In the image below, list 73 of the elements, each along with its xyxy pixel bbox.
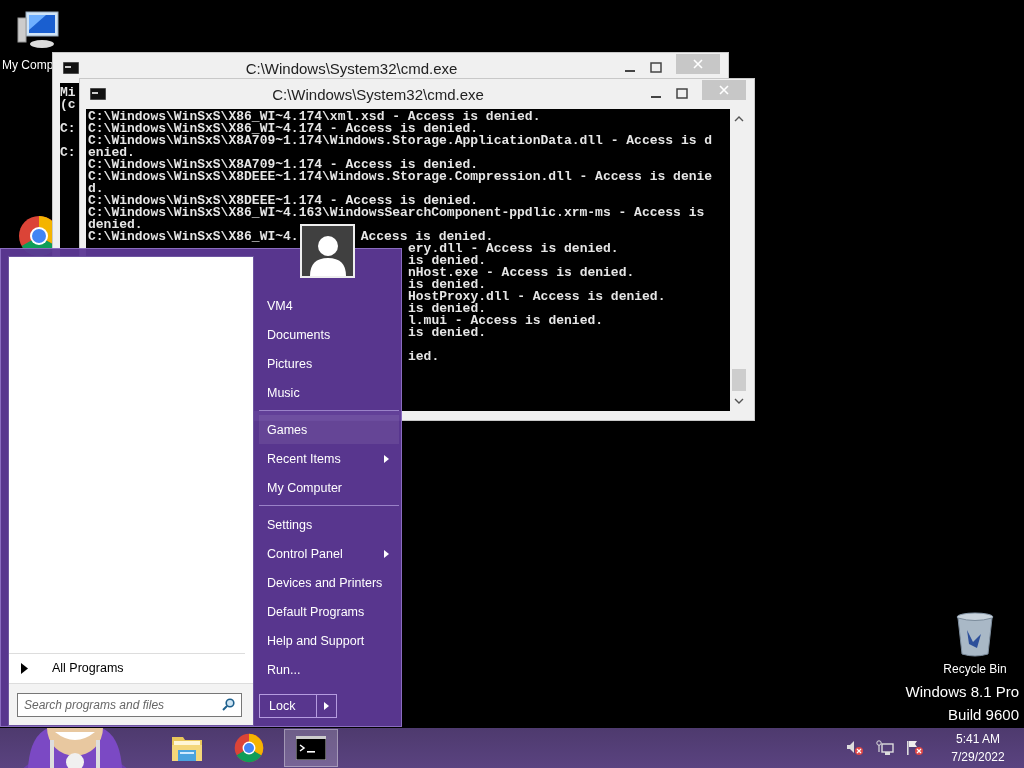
console-line: C:\Windows\WinSxS\X8A709~1.174 - Access is denied.: [88, 159, 479, 171]
clock[interactable]: 5:41 AM 7/29/2022: [940, 732, 1016, 764]
console-line: enied.: [88, 147, 135, 159]
console-line: C:\Windows\WinSxS\X8DEEE~1.174\Windows.Storage.Compression.dll - Access is denie: [88, 171, 713, 183]
close-icon: [693, 59, 703, 69]
console-line: Mi: [60, 87, 76, 99]
clock-time: 5:41 AM: [956, 732, 1000, 746]
console-line: is denied.: [408, 327, 486, 339]
network-icon[interactable]: [876, 740, 894, 756]
terminal-icon: [90, 88, 106, 100]
search-icon: [222, 698, 235, 711]
maximize-icon[interactable]: [676, 88, 688, 100]
submenu-arrow-icon: [384, 454, 389, 463]
menu-item[interactable]: My Computer: [259, 473, 399, 502]
console-line: is denied.: [408, 255, 486, 267]
arrow-icon: [324, 702, 329, 710]
menu-item[interactable]: Pictures: [259, 349, 399, 378]
arrow-icon: [21, 662, 28, 674]
console-line: (c: [60, 99, 76, 111]
console-line: nHost.exe - Access is denied.: [408, 267, 635, 279]
menu-item[interactable]: Recent Items: [259, 444, 399, 473]
lock-button[interactable]: Lock: [259, 694, 317, 718]
taskbar-button[interactable]: [284, 729, 338, 767]
menu-item[interactable]: Settings: [259, 510, 399, 539]
console-line: d.: [88, 183, 104, 195]
terminal-icon: [63, 62, 79, 74]
maximize-icon[interactable]: [650, 62, 662, 74]
console-line: ied.: [408, 351, 440, 363]
console-line: denied.: [88, 219, 143, 231]
menu-item[interactable]: Devices and Printers: [259, 568, 399, 597]
menu-item[interactable]: Documents: [259, 320, 399, 349]
menu-item[interactable]: Games: [259, 415, 399, 444]
computer-icon[interactable]: [16, 10, 62, 50]
menu-item[interactable]: Default Programs: [259, 597, 399, 626]
console-line: Access is denied.: [360, 231, 494, 243]
watermark-text: Build 9600: [948, 706, 1019, 723]
recycle-bin-icon[interactable]: [955, 612, 995, 658]
icon-label: Recycle Bin: [943, 662, 1007, 676]
console-line: C:\Windows\WinSxS\X86_WI~4.: [88, 231, 299, 243]
scroll-up-icon[interactable]: [734, 115, 744, 123]
console-line: l.mui - Access is denied.: [408, 315, 604, 327]
window-title: C:\Windows\System32\cmd.exe: [271, 85, 485, 103]
scroll-down-icon[interactable]: [734, 397, 744, 405]
console-line: C:\Windows\WinSxS\X8A709~1.174\Windows.Storage.ApplicationData.dll - Access is d: [88, 135, 713, 147]
console-line: is denied.: [408, 279, 486, 291]
menu-item[interactable]: Music: [259, 378, 399, 407]
watermark-text: Windows 8.1 Pro: [905, 683, 1019, 700]
console-line: ery.dll - Access is denied.: [408, 243, 619, 255]
menu-item[interactable]: Control Panel: [259, 539, 399, 568]
close-icon: [719, 85, 729, 95]
menu-item[interactable]: VM4: [259, 291, 399, 320]
chrome-icon: [234, 733, 264, 763]
submenu-arrow-icon: [384, 549, 389, 558]
scroll-thumb[interactable]: [732, 369, 746, 391]
console-line: C:\Windows\WinSxS\X86_WI~4.163\WindowsSearchComponent-ppdlic.xrm-ms - Access is: [88, 207, 705, 219]
search-field[interactable]: Search programs and files: [17, 693, 242, 717]
console-line: is denied.: [408, 303, 486, 315]
console-line: C:\Windows\WinSxS\X8DEEE~1.174 - Access is denied.: [88, 195, 479, 207]
terminal-icon: [296, 736, 326, 760]
console-line: HostProxy.dll - Access is denied.: [408, 291, 666, 303]
flag-icon[interactable]: [906, 740, 924, 756]
console-line: C:: [60, 123, 76, 135]
console-line: C:\Windows\WinSxS\X86_WI~4.174\xml.xsd - Access is denied.: [88, 111, 541, 123]
menu-item[interactable]: Help and Support: [259, 626, 399, 655]
console-line: C:\Windows\WinSxS\X86_WI~4.174 - Access is denied.: [88, 123, 479, 135]
lock-options-button[interactable]: [317, 694, 337, 718]
clock-date: 7/29/2022: [951, 750, 1005, 764]
user-icon: [307, 234, 348, 276]
speaker-muted-icon[interactable]: [846, 740, 864, 756]
user-tile[interactable]: [300, 224, 355, 278]
menu-item[interactable]: Run...: [259, 655, 399, 684]
console-line: C:: [60, 147, 76, 159]
window-title: C:\Windows\System32\cmd.exe: [244, 59, 459, 77]
